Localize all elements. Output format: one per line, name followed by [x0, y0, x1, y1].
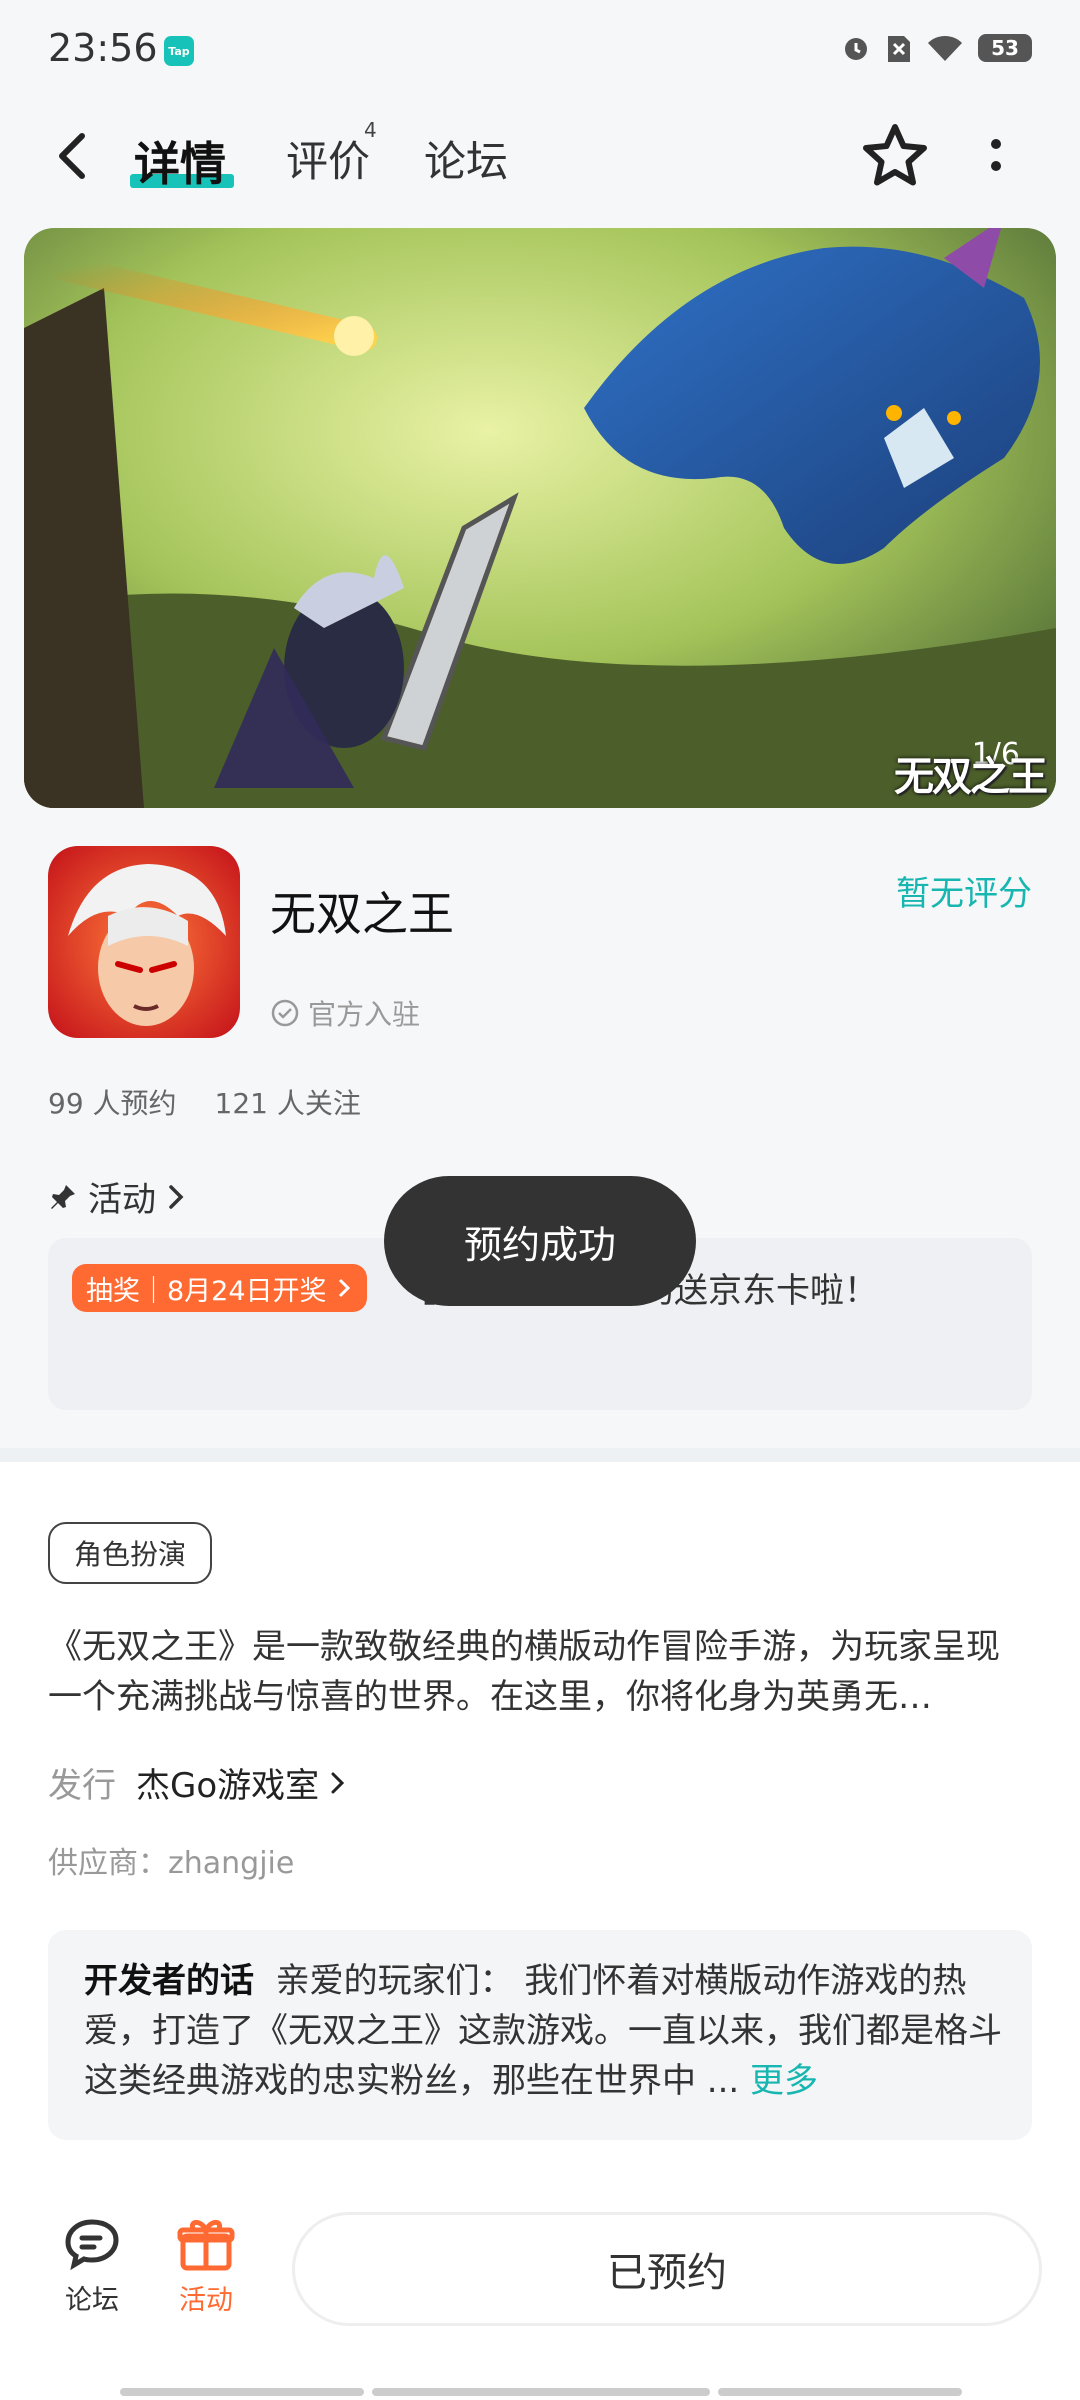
- battery-icon: 53: [978, 34, 1032, 62]
- favorite-star-icon[interactable]: [860, 122, 930, 188]
- follower-count: 121 人关注: [214, 1087, 361, 1120]
- top-nav: 详情 评价 4 论坛: [0, 108, 1080, 204]
- activity-header[interactable]: 活动: [48, 1172, 186, 1221]
- developer-note-title: 开发者的话: [84, 1961, 254, 2001]
- forum-shortcut[interactable]: 论坛: [42, 2216, 142, 2317]
- reserved-button[interactable]: 已预约: [292, 2212, 1042, 2326]
- official-verified: 官方入驻: [270, 993, 420, 1033]
- chevron-right-icon: [338, 1278, 350, 1298]
- lottery-tag: 抽奖｜8月24日开奖: [72, 1264, 367, 1312]
- tab-details[interactable]: 详情: [134, 128, 226, 194]
- screenshot-carousel[interactable]: 1/6 无双之王: [24, 228, 1056, 808]
- status-bar: 23:56 Tap 53: [0, 0, 1080, 100]
- back-arrow-icon[interactable]: [52, 126, 92, 186]
- publisher-name: 杰Go游戏室: [136, 1766, 320, 1806]
- lottery-tag-label: 抽奖｜8月24日开奖: [86, 1275, 327, 1307]
- tap-app-badge-icon: Tap: [164, 36, 194, 66]
- rating-status[interactable]: 暂无评分: [896, 866, 1032, 915]
- forum-shortcut-label: 论坛: [65, 2285, 119, 2316]
- check-circle-icon: [271, 999, 299, 1027]
- app-stats: 99 人预约 121 人关注: [48, 1082, 361, 1122]
- gift-icon: [177, 2220, 235, 2271]
- developer-note-card[interactable]: 开发者的话 亲爱的玩家们： 我们怀着对横版动作游戏的热爱，打造了《无双之王》这款…: [48, 1930, 1032, 2140]
- no-sim-icon: [888, 36, 910, 62]
- developer-note: 开发者的话 亲爱的玩家们： 我们怀着对横版动作游戏的热爱，打造了《无双之王》这款…: [84, 1956, 1004, 2106]
- game-banner-image: [24, 228, 1056, 808]
- app-name: 无双之王: [270, 887, 454, 941]
- verified-label: 官方入驻: [308, 998, 421, 1031]
- publisher-label: 发行: [48, 1766, 116, 1806]
- alarm-icon: [845, 38, 867, 60]
- section-divider: [0, 1448, 1080, 1462]
- activity-title: 活动: [88, 1180, 156, 1220]
- reviews-count-badge: 4: [364, 118, 377, 142]
- activity-shortcut[interactable]: 活动: [156, 2216, 256, 2317]
- status-time: 23:56: [48, 26, 158, 70]
- game-description[interactable]: 《无双之王》是一款致敬经典的横版动作冒险手游，为玩家呈现一个充满挑战与惊喜的世界…: [48, 1622, 1032, 1722]
- chevron-right-icon: [331, 1772, 345, 1793]
- wifi-icon: [928, 35, 962, 61]
- more-link[interactable]: 更多: [750, 2061, 818, 2101]
- more-options-icon[interactable]: [984, 136, 1008, 176]
- pin-icon: [51, 1184, 75, 1209]
- gesture-nav-bar: [120, 2388, 962, 2396]
- forum-chat-icon: [65, 2219, 119, 2271]
- game-logo: 无双之王: [894, 754, 1048, 800]
- publisher-row[interactable]: 发行 杰Go游戏室: [48, 1758, 347, 1807]
- chevron-right-icon: [169, 1184, 184, 1209]
- reservation-count: 99 人预约: [48, 1087, 177, 1120]
- supplier-info: 供应商：zhangjie: [48, 1846, 295, 1881]
- genre-tag[interactable]: 角色扮演: [48, 1522, 212, 1584]
- app-icon: [48, 846, 240, 1038]
- tab-reviews[interactable]: 评价: [286, 128, 370, 189]
- toast-message: 预约成功: [384, 1176, 696, 1306]
- activity-shortcut-label: 活动: [179, 2285, 233, 2316]
- tab-forum[interactable]: 论坛: [424, 128, 508, 189]
- status-icons: 53: [840, 32, 1032, 64]
